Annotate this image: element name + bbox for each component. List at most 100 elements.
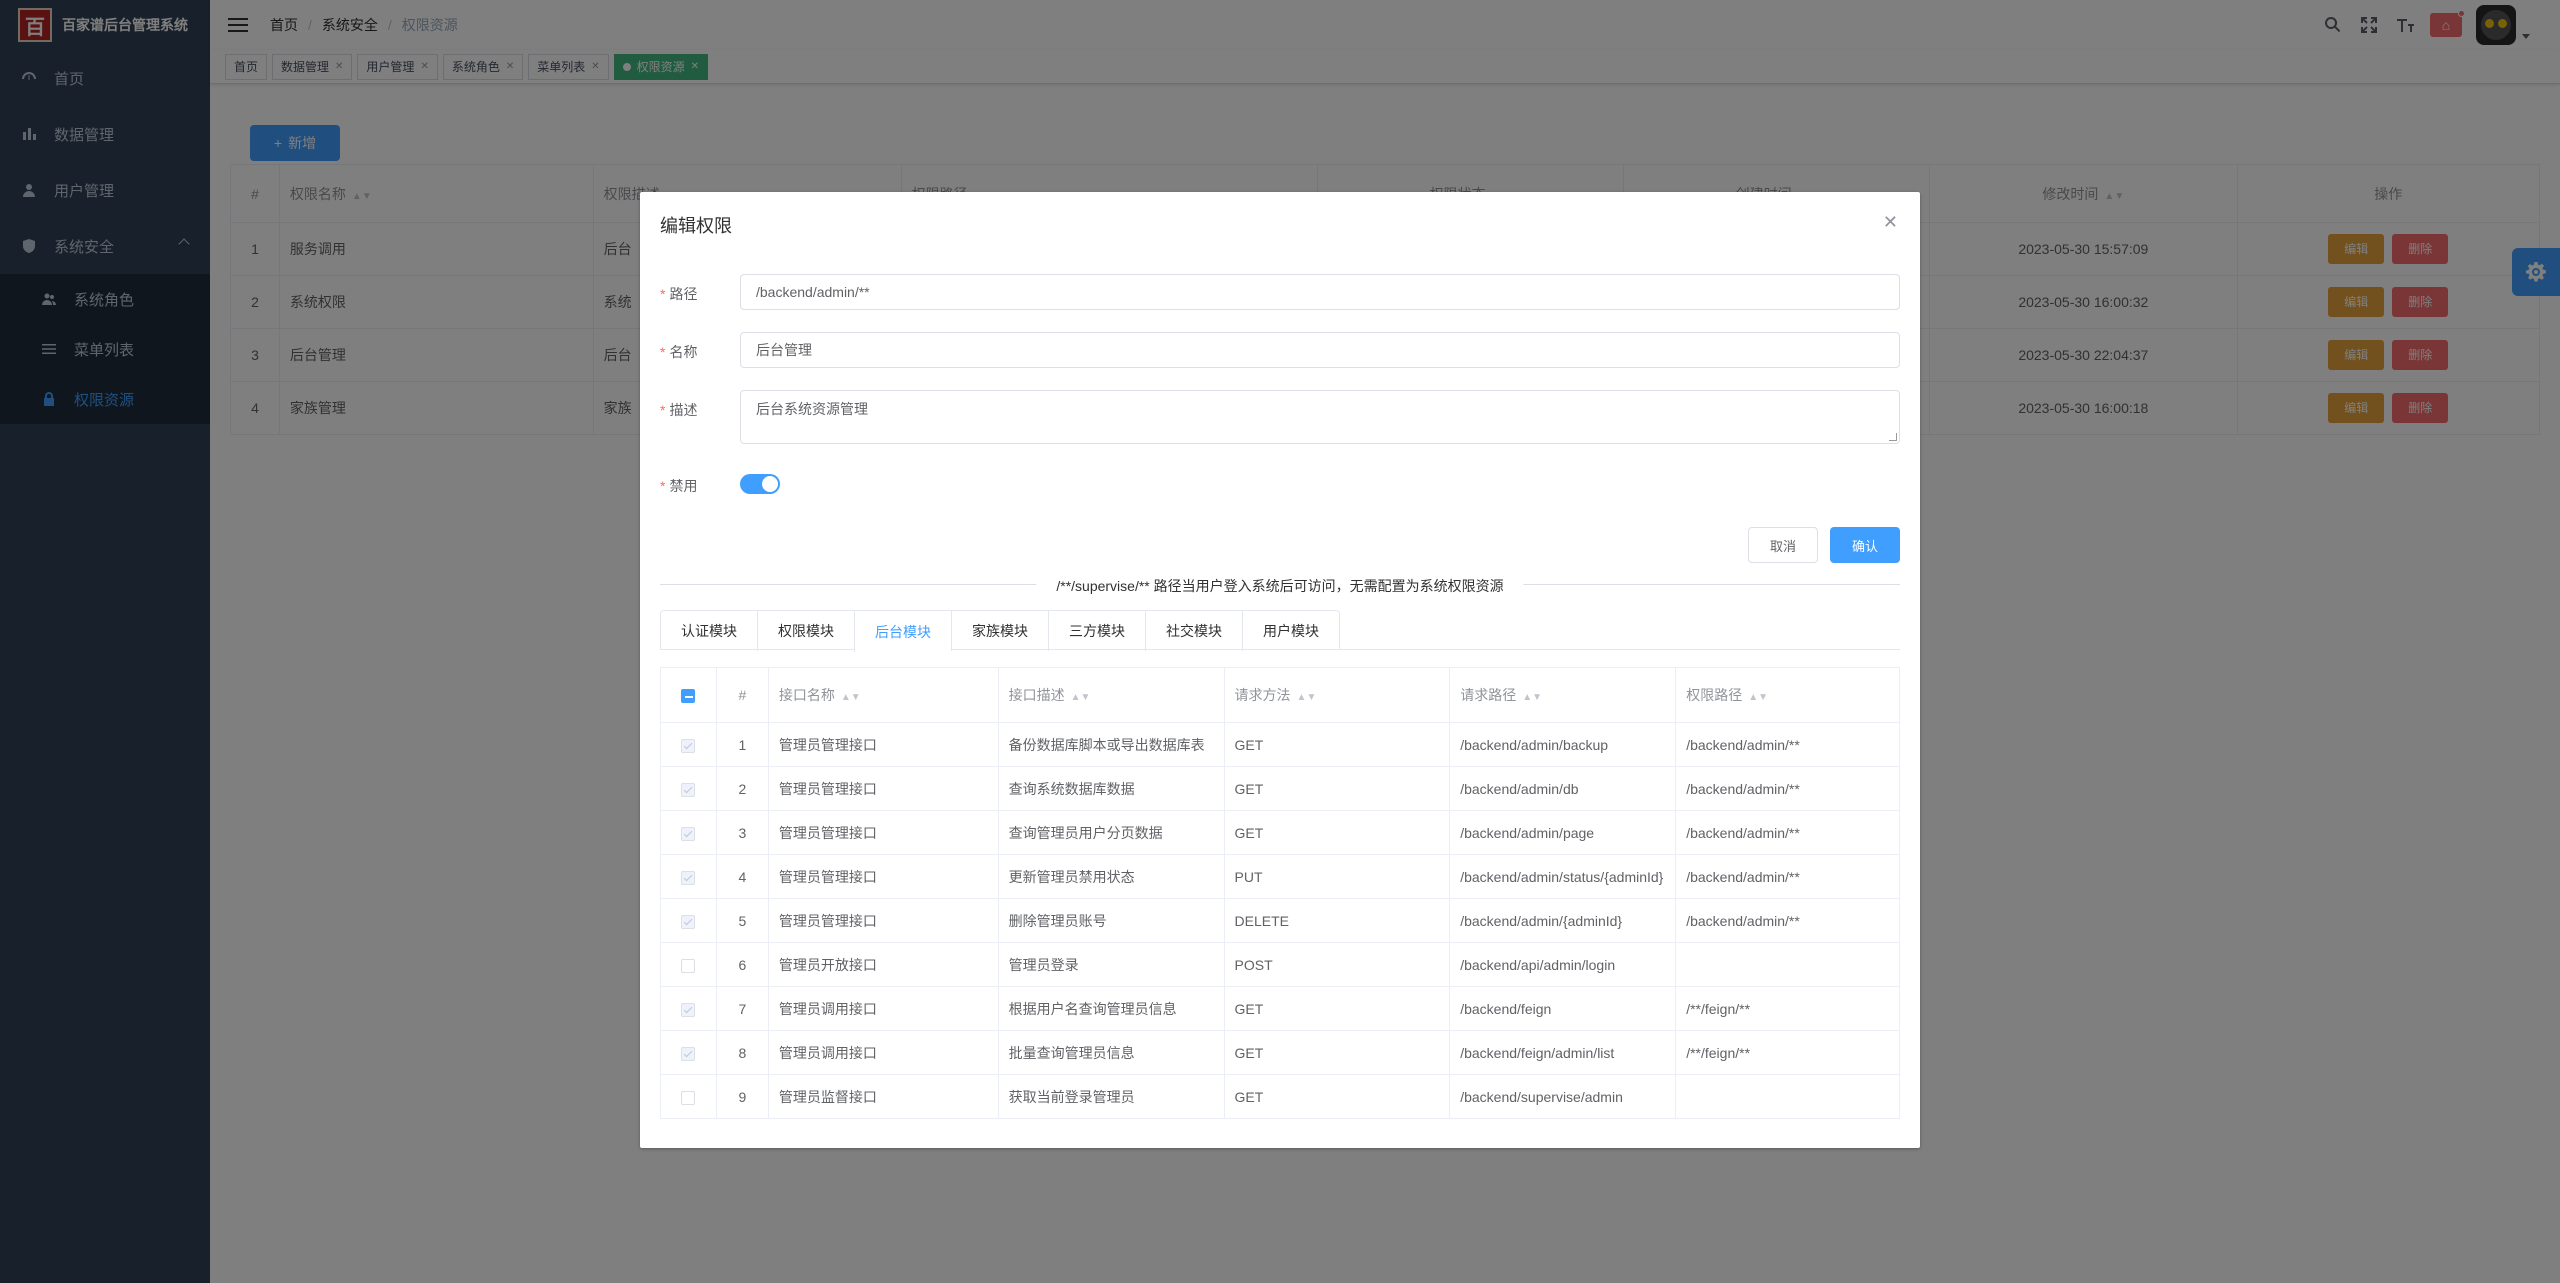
api-desc: 管理员登录 <box>997 942 1225 987</box>
sort-icon[interactable]: ▲▼ <box>1071 692 1091 703</box>
api-name: 管理员管理接口 <box>767 854 999 899</box>
module-tabs: 认证模块 权限模块 后台模块 家族模块 三方模块 社交模块 用户模块 <box>660 610 1900 652</box>
sort-icon[interactable]: ▲▼ <box>1522 692 1542 703</box>
desc-textarea[interactable]: 后台系统资源管理 <box>740 390 1900 444</box>
column-header[interactable]: 权限路径 ▲▼ <box>1675 667 1900 723</box>
api-desc: 查询管理员用户分页数据 <box>997 810 1225 855</box>
column-header-label: 请求路径 <box>1460 687 1517 703</box>
api-method: PUT <box>1223 854 1451 899</box>
row-checkbox[interactable] <box>681 738 696 753</box>
row-checkbox[interactable] <box>681 958 696 973</box>
row-index: 5 <box>715 898 769 943</box>
table-row: 8 管理员调用接口 批量查询管理员信息 GET/backend/feign/admin… <box>660 1030 1900 1075</box>
column-header[interactable]: 接口描述 ▲▼ <box>997 667 1225 723</box>
table-row: 6 管理员开放接口 管理员登录 POST/backend/api/admin/logi… <box>660 942 1900 987</box>
api-desc: 备份数据库脚本或导出数据库表 <box>997 722 1225 767</box>
api-name: 管理员开放接口 <box>767 942 999 987</box>
column-header-label: 接口描述 <box>1008 687 1065 703</box>
form-row-name: * 名称 后台管理 <box>660 332 1900 368</box>
name-input[interactable]: 后台管理 <box>740 332 1900 368</box>
row-index: 4 <box>715 854 769 899</box>
table-row: 5 管理员管理接口 删除管理员账号 DELETE/backend/admin/{adm… <box>660 898 1900 943</box>
sort-icon[interactable]: ▲▼ <box>841 692 861 703</box>
column-header[interactable]: 接口名称 ▲▼ <box>767 667 999 723</box>
desc-label: * 描述 <box>660 402 698 418</box>
tab-user[interactable]: 用户模块 <box>1242 611 1339 651</box>
tab-permission[interactable]: 权限模块 <box>757 611 854 651</box>
row-checkbox[interactable] <box>681 1090 696 1105</box>
api-path: /backend/admin/{adminId} <box>1449 898 1677 943</box>
row-checkbox[interactable] <box>681 1046 696 1061</box>
api-path: /backend/admin/backup <box>1449 722 1677 767</box>
api-method: GET <box>1223 986 1451 1031</box>
table-header-row: # 接口名称 ▲▼ 接口描述 ▲▼ 请求方法 ▲▼ 请求路径 ▲▼ 权限路径 ▲▼ <box>660 667 1900 723</box>
column-header-label: 请求方法 <box>1234 687 1291 703</box>
row-select-cell <box>660 766 717 811</box>
api-perm <box>1675 1074 1900 1119</box>
form-row-disabled: * 禁用 <box>660 466 1900 496</box>
column-header[interactable]: 请求方法 ▲▼ <box>1223 667 1451 723</box>
table-row: 2 管理员管理接口 查询系统数据库数据 GET/backend/admin/db/ba… <box>660 766 1900 811</box>
row-index: 7 <box>715 986 769 1031</box>
table-row: 3 管理员管理接口 查询管理员用户分页数据 GET/backend/admin/pag… <box>660 810 1900 855</box>
api-path: /backend/api/admin/login <box>1449 942 1677 987</box>
api-perm: /**/feign/** <box>1675 1030 1900 1075</box>
form-row-desc: * 描述 后台系统资源管理 <box>660 390 1900 444</box>
tab-auth[interactable]: 认证模块 <box>661 611 757 651</box>
sort-icon[interactable]: ▲▼ <box>1297 692 1317 703</box>
path-label-text: 路径 <box>669 286 698 302</box>
form-row-path: * 路径 /backend/admin/** <box>660 274 1900 310</box>
api-perm: /backend/admin/** <box>1675 722 1900 767</box>
row-select-cell <box>660 810 717 855</box>
tab-backend[interactable]: 后台模块 <box>854 611 951 652</box>
path-input[interactable]: /backend/admin/** <box>740 274 1900 310</box>
tab-third-party[interactable]: 三方模块 <box>1048 611 1145 651</box>
tab-social[interactable]: 社交模块 <box>1145 611 1242 651</box>
close-icon[interactable]: ✕ <box>1883 212 1898 233</box>
api-name: 管理员调用接口 <box>767 986 999 1031</box>
row-checkbox[interactable] <box>681 914 696 929</box>
api-desc: 批量查询管理员信息 <box>997 1030 1225 1075</box>
disabled-switch[interactable] <box>740 474 780 494</box>
api-name: 管理员管理接口 <box>767 766 999 811</box>
cancel-button[interactable]: 取消 <box>1748 527 1818 563</box>
api-perm: /backend/admin/** <box>1675 766 1900 811</box>
row-select-cell <box>660 854 717 899</box>
api-perm: /backend/admin/** <box>1675 898 1900 943</box>
column-header-label: 接口名称 <box>778 687 835 703</box>
desc-label-text: 描述 <box>669 402 698 418</box>
select-all-checkbox[interactable] <box>681 689 696 704</box>
row-checkbox[interactable] <box>681 870 696 885</box>
api-desc: 更新管理员禁用状态 <box>997 854 1225 899</box>
row-select-cell <box>660 898 717 943</box>
row-index: 2 <box>715 766 769 811</box>
column-header: # <box>715 667 769 723</box>
api-method: GET <box>1223 1030 1451 1075</box>
api-name: 管理员调用接口 <box>767 1030 999 1075</box>
api-method: GET <box>1223 1074 1451 1119</box>
row-checkbox[interactable] <box>681 782 696 797</box>
row-checkbox[interactable] <box>681 826 696 841</box>
sort-icon[interactable]: ▲▼ <box>1748 692 1768 703</box>
desc-value: 后台系统资源管理 <box>756 401 868 417</box>
api-path: /backend/admin/page <box>1449 810 1677 855</box>
api-name: 管理员管理接口 <box>767 810 999 855</box>
row-select-cell <box>660 722 717 767</box>
api-name: 管理员管理接口 <box>767 722 999 767</box>
row-select-cell <box>660 1074 717 1119</box>
confirm-button[interactable]: 确认 <box>1830 527 1900 563</box>
resize-handle[interactable] <box>1889 433 1897 441</box>
tab-family[interactable]: 家族模块 <box>951 611 1048 651</box>
table-row: 7 管理员调用接口 根据用户名查询管理员信息 GET/backend/feign/**… <box>660 986 1900 1031</box>
api-method: GET <box>1223 722 1451 767</box>
row-index: 3 <box>715 810 769 855</box>
name-label-text: 名称 <box>669 344 698 360</box>
api-method: GET <box>1223 810 1451 855</box>
row-select-cell <box>660 942 717 987</box>
dialog-title: 编辑权限 <box>660 216 732 236</box>
api-desc: 删除管理员账号 <box>997 898 1225 943</box>
row-checkbox[interactable] <box>681 1002 696 1017</box>
api-name: 管理员监督接口 <box>767 1074 999 1119</box>
column-header[interactable]: 请求路径 ▲▼ <box>1449 667 1677 723</box>
table-row: 1 管理员管理接口 备份数据库脚本或导出数据库表 GET/backend/admin/… <box>660 722 1900 767</box>
